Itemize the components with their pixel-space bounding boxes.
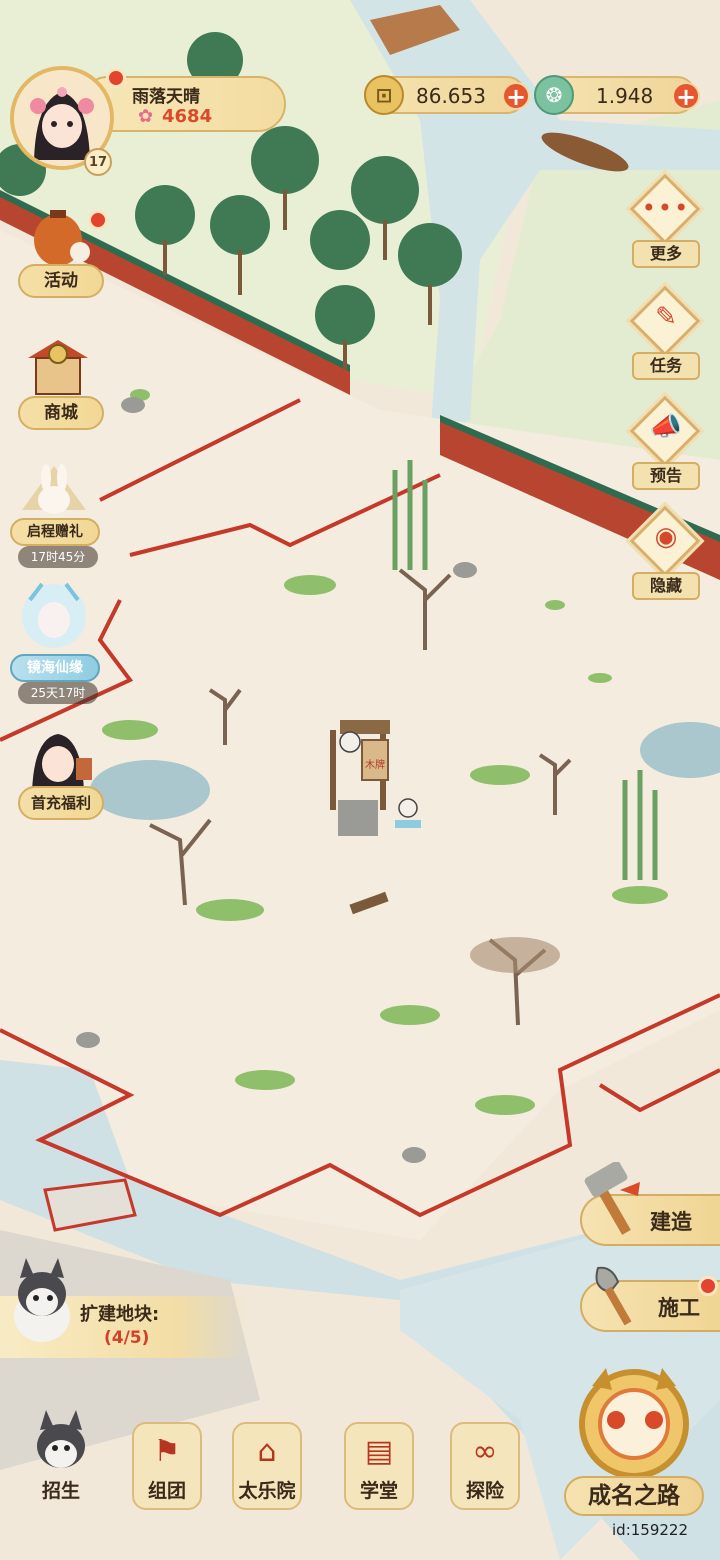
more-button[interactable]: ••• 更多 (628, 173, 704, 274)
activity-button[interactable]: 活动 (8, 206, 108, 298)
shop-button[interactable]: 商城 (8, 336, 104, 430)
eye-icon: ◉ (654, 522, 678, 552)
more-label: 更多 (632, 240, 700, 268)
drum-icon (572, 1364, 696, 1480)
tasks-label: 任务 (632, 352, 700, 380)
expand-plot-count: (4/5) (104, 1328, 150, 1348)
lantern-icon (22, 206, 94, 270)
construct-button[interactable]: 施工 (580, 1266, 720, 1338)
shop-label: 商城 (18, 396, 104, 430)
nav-explore-label: 探险 (465, 1480, 504, 1502)
jade-icon: ❂ (534, 75, 574, 115)
fairy-portrait-icon (18, 580, 90, 652)
player-name: 雨落天晴 (132, 87, 200, 107)
construct-label: 施工 (658, 1296, 700, 1320)
book-icon: ▤ (364, 1434, 394, 1469)
construct-notification-dot (698, 1276, 718, 1296)
flower-icon: ✿ (138, 106, 154, 127)
expand-plot-title: 扩建地块: (80, 1304, 160, 1325)
build-button[interactable]: 建造 (580, 1160, 720, 1252)
add-coins-button[interactable]: + (502, 82, 530, 110)
player-level-badge: 17 (84, 148, 112, 176)
hide-button[interactable]: ◉ 隐藏 (628, 505, 704, 606)
player-score: 4684 (162, 106, 213, 127)
notice-label: 预告 (632, 462, 700, 490)
profile-notification-dot (106, 68, 126, 88)
mirror-sea-label: 镜海仙缘 (10, 654, 100, 682)
shop-pavilion-icon (22, 336, 94, 400)
first-charge-button[interactable]: 首充福利 (8, 728, 104, 820)
mirror-sea-event-button[interactable]: 镜海仙缘 25天17时 (4, 580, 100, 704)
nav-school-label: 学堂 (359, 1480, 398, 1502)
hammer-icon (582, 1160, 646, 1238)
build-label: 建造 (650, 1210, 692, 1234)
path-to-fame-label: 成名之路 (564, 1476, 704, 1516)
megaphone-icon: 📣 (649, 412, 683, 442)
add-jade-button[interactable]: + (672, 82, 700, 110)
path-to-fame-button[interactable]: 成名之路 (558, 1360, 708, 1520)
husky-dog-icon (2, 1256, 80, 1346)
hide-label: 隐藏 (632, 572, 700, 600)
journey-gift-label: 启程赠礼 (10, 518, 100, 546)
binoculars-icon: ∞ (472, 1434, 498, 1469)
mirror-sea-timer: 25天17时 (18, 682, 98, 704)
tasks-button[interactable]: ✎ 任务 (628, 285, 704, 386)
nav-explore[interactable]: ∞ 探险 (444, 1422, 526, 1514)
flag-icon: ⚑ (153, 1434, 181, 1469)
nav-school[interactable]: ▤ 学堂 (338, 1422, 420, 1514)
signpost-text: 木牌 (365, 758, 385, 771)
lady-portrait-icon (22, 728, 94, 792)
journey-gift-button[interactable]: 启程赠礼 17时45分 (4, 460, 100, 570)
husky-puppy-icon (28, 1410, 94, 1476)
coin-icon: ⊡ (364, 75, 404, 115)
nav-music-academy-label: 太乐院 (238, 1480, 296, 1502)
activity-label: 活动 (18, 264, 104, 298)
nav-team[interactable]: ⚑ 组团 (126, 1422, 208, 1514)
activity-notification-dot (88, 210, 108, 230)
expand-plot-panel[interactable]: 扩建地块: (4/5) (0, 1258, 250, 1358)
rabbit-gift-icon (18, 460, 90, 524)
first-charge-label: 首充福利 (18, 786, 104, 820)
coin-value: 86.653 (416, 84, 486, 108)
ellipsis-icon: ••• (641, 194, 691, 222)
player-profile-card[interactable]: 17 雨落天晴 ✿ 4684 (10, 66, 286, 176)
shovel-icon (590, 1262, 644, 1332)
nav-recruit[interactable]: 招生 (20, 1410, 102, 1514)
notice-button[interactable]: 📣 预告 (628, 395, 704, 496)
journey-gift-timer: 17时45分 (18, 546, 98, 568)
jade-value: 1.948 (596, 84, 654, 108)
user-id-text: id:159222 (612, 1521, 689, 1539)
nav-recruit-label: 招生 (41, 1480, 80, 1502)
scroll-brush-icon: ✎ (655, 302, 677, 332)
house-icon: ⌂ (257, 1434, 277, 1469)
nav-team-label: 组团 (147, 1480, 186, 1502)
jade-counter: ❂ 1.948 + (534, 75, 700, 115)
coin-counter: ⊡ 86.653 + (364, 75, 530, 115)
nav-music-academy[interactable]: ⌂ 太乐院 (226, 1422, 308, 1514)
